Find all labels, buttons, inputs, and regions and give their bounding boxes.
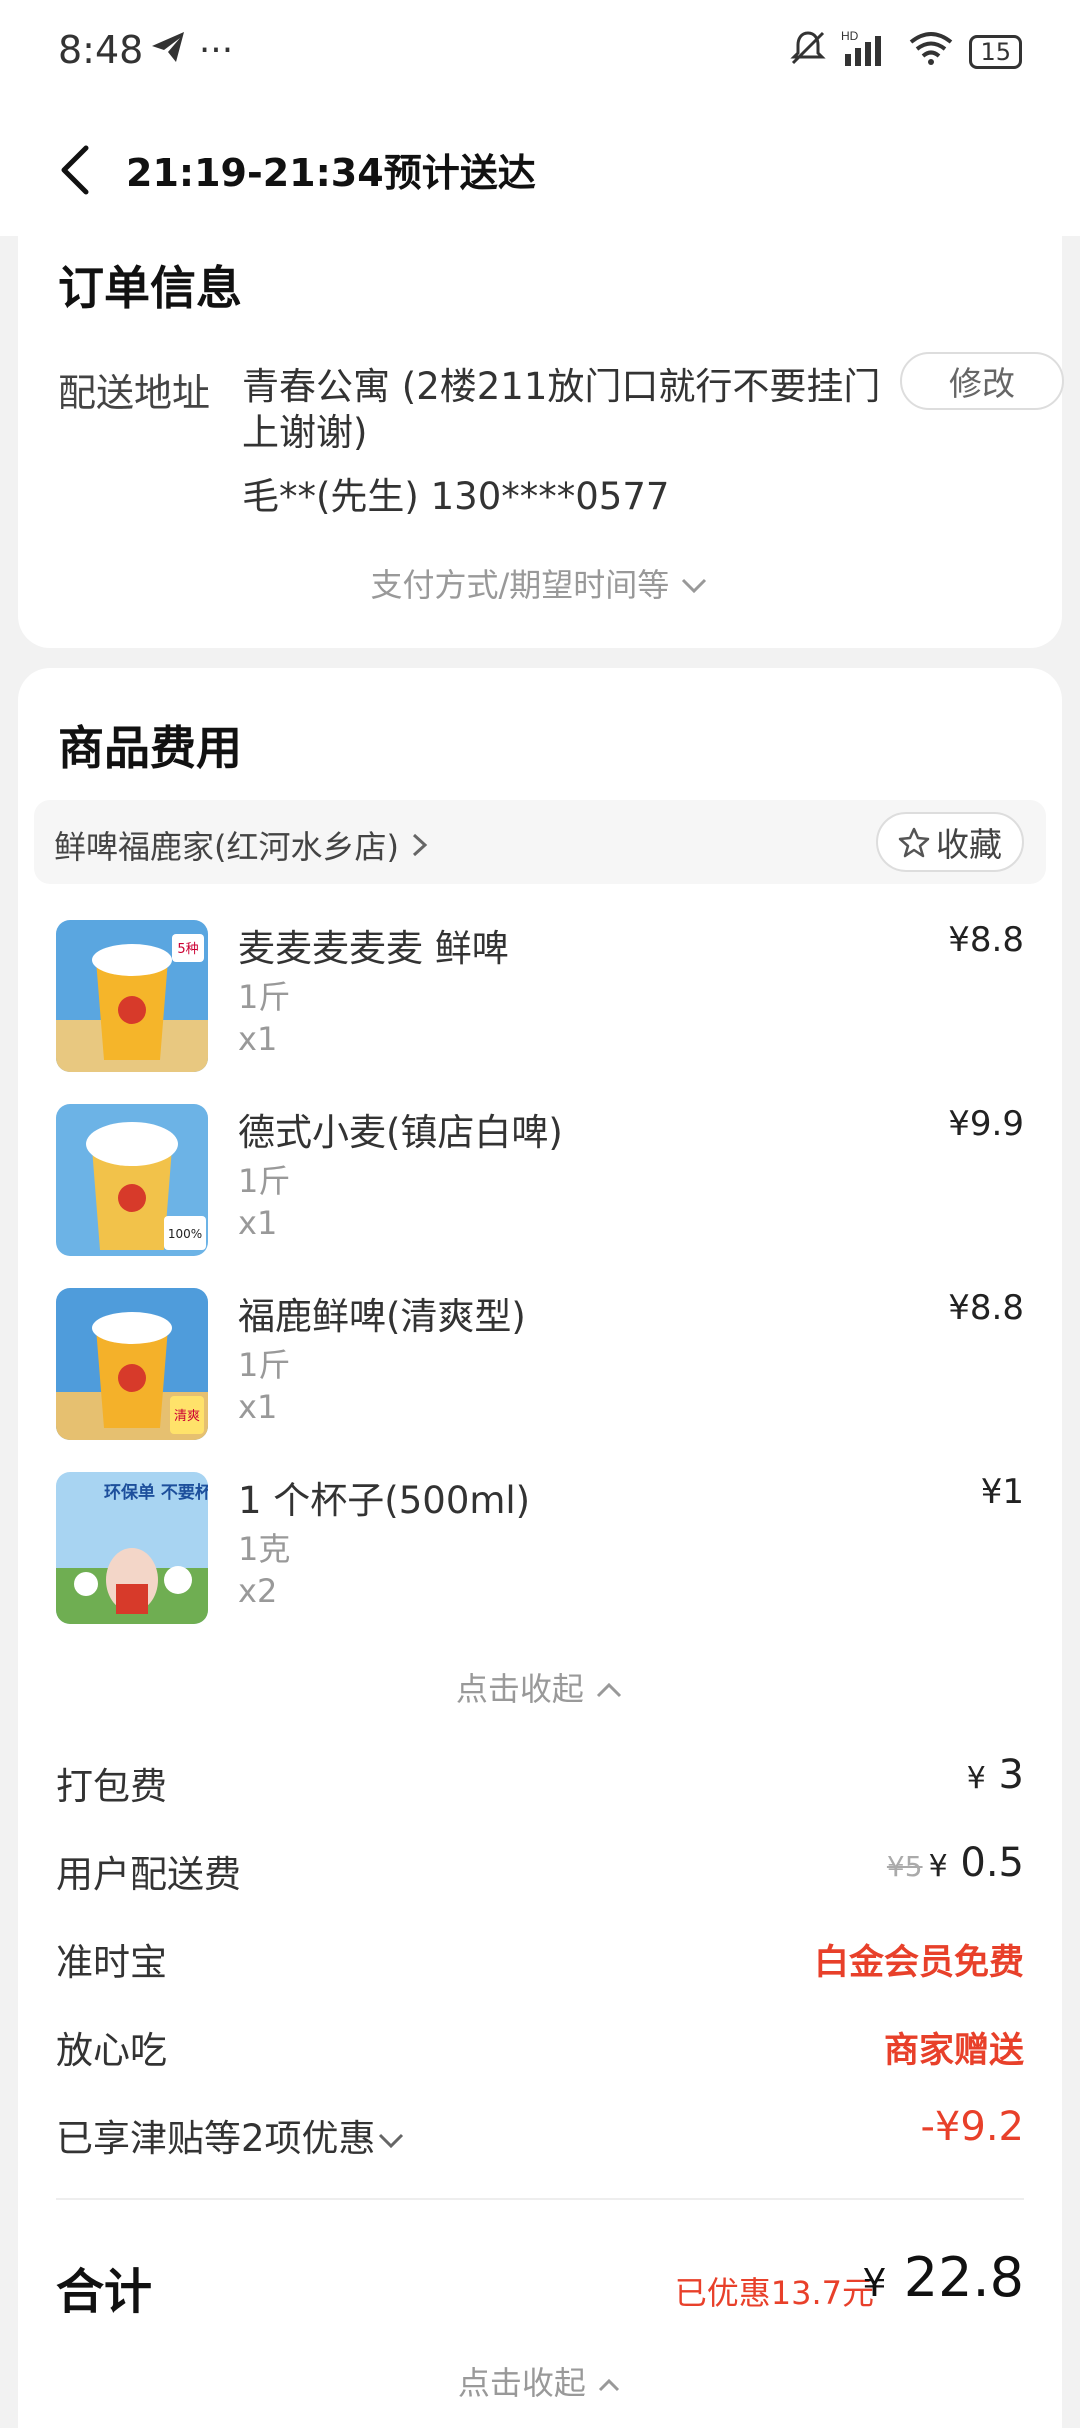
item-price: ¥8.8: [948, 1288, 1024, 1328]
image-badge-text: 环保单 不要杯子: [104, 1482, 208, 1503]
telegram-icon: ···: [150, 30, 233, 73]
fee-row-discount[interactable]: 已享津贴等2项优惠 -¥9.2: [56, 2102, 1024, 2162]
section-title: 商品费用: [58, 721, 242, 775]
battery-icon: 15: [969, 35, 1022, 69]
chevron-right-icon: [413, 833, 428, 857]
store-name-label: 鲜啤福鹿家(红河水乡店): [54, 828, 399, 866]
item-quantity: x2: [238, 1572, 278, 1610]
item-price: ¥8.8: [948, 920, 1024, 960]
yen-symbol: ¥: [928, 1849, 948, 1884]
image-badge-text: 5种: [177, 942, 198, 957]
chevron-up-icon: [597, 1682, 622, 1698]
favorite-label: 收藏: [936, 825, 1002, 864]
fee-value: -¥9.2: [920, 2104, 1025, 2150]
fee-amount: 0.5: [960, 1840, 1024, 1886]
fee-value: 商家赠送: [883, 2031, 1024, 2071]
fee-row-delivery: 用户配送费 ¥5 ¥ 0.5: [56, 1838, 1024, 1898]
mute-bell-icon: [789, 29, 827, 75]
total-discount: 已优惠13.7元: [674, 2274, 874, 2312]
address-label: 配送地址: [58, 371, 211, 415]
payment-toggle-label: 支付方式/期望时间等: [370, 566, 670, 604]
product-item[interactable]: 5种 麦麦麦麦麦 鲜啤 1斤 x1 ¥8.8: [18, 914, 1062, 1074]
total-value: 22.8: [903, 2246, 1024, 2309]
item-price: ¥1: [980, 1472, 1024, 1512]
chevron-down-icon: [682, 578, 707, 594]
store-row[interactable]: 鲜啤福鹿家(红河水乡店) 收藏: [34, 800, 1046, 884]
store-name: 鲜啤福鹿家(红河水乡店): [54, 822, 431, 868]
item-quantity: x1: [238, 1204, 278, 1242]
section-title: 订单信息: [58, 261, 242, 315]
item-spec: 1克: [238, 1530, 291, 1568]
address-text: 青春公寓 (2楼211放门口就行不要挂门上谢谢): [242, 365, 881, 454]
item-name: 福鹿鲜啤(清爽型): [238, 1295, 526, 1338]
divider: [56, 2198, 1024, 2200]
chevron-up-icon: [599, 2378, 620, 2392]
yen-symbol: ¥: [966, 1761, 986, 1796]
collapse-label: 点击收起: [457, 2364, 586, 2402]
item-name: 麦麦麦麦麦 鲜啤: [238, 927, 509, 970]
yen-symbol: ¥: [862, 2261, 887, 2305]
discount-label: 已享津贴等2项优惠: [56, 2117, 376, 2160]
beer-image: 清爽: [56, 1288, 208, 1440]
fee-label: 放心吃: [56, 2029, 167, 2072]
item-spec: 1斤: [238, 1162, 291, 1200]
chevron-down-icon: [378, 2133, 403, 2149]
status-time: 8:48: [58, 28, 144, 72]
fee-value: ¥5 ¥ 0.5: [887, 1840, 1024, 1886]
page-title: 21:19-21:34预计送达: [126, 151, 536, 195]
total-label: 合计: [56, 2264, 153, 2320]
back-button[interactable]: [50, 138, 106, 202]
item-quantity: x1: [238, 1388, 278, 1426]
fee-row-packing: 打包费 ¥ 3: [56, 1750, 1024, 1810]
collapse-bottom-toggle[interactable]: 点击收起: [18, 2358, 1062, 2404]
status-bar: 8:48 ··· HD 15: [0, 0, 1080, 104]
header: 21:19-21:34预计送达: [0, 104, 1080, 236]
goods-card: 商品费用 鲜啤福鹿家(红河水乡店) 收藏 5种 麦麦麦麦麦 鲜啤 1斤 x1 ¥…: [18, 668, 1062, 2428]
fee-row-safe: 放心吃 商家赠送: [56, 2014, 1024, 2074]
beer-image: 5种: [56, 920, 208, 1072]
beer-image: 100%: [56, 1104, 208, 1256]
fee-amount: 3: [998, 1752, 1024, 1798]
fee-label: 准时宝: [56, 1941, 167, 1984]
item-name: 1 个杯子(500ml): [238, 1479, 531, 1522]
original-price: ¥5: [886, 1850, 923, 1883]
item-spec: 1斤: [238, 978, 291, 1016]
item-name: 德式小麦(镇店白啤): [238, 1111, 563, 1154]
cup-image: 环保单 不要杯子: [56, 1472, 208, 1624]
product-item[interactable]: 100% 德式小麦(镇店白啤) 1斤 x1 ¥9.9: [18, 1098, 1062, 1258]
product-item[interactable]: 清爽 福鹿鲜啤(清爽型) 1斤 x1 ¥8.8: [18, 1282, 1062, 1442]
payment-options-toggle[interactable]: 支付方式/期望时间等: [18, 560, 1062, 606]
chevron-left-icon: [61, 145, 89, 195]
fee-label: 已享津贴等2项优惠: [56, 2108, 406, 2162]
signal-icon: HD: [841, 28, 893, 76]
fee-value: 白金会员免费: [813, 1943, 1024, 1983]
fee-value: ¥ 3: [967, 1752, 1024, 1798]
item-quantity: x1: [238, 1020, 278, 1058]
image-badge-text: 清爽: [174, 1409, 200, 1424]
wifi-icon: [907, 28, 955, 76]
contact-text: 毛**(先生) 130****0577: [242, 475, 670, 518]
collapse-items-toggle[interactable]: 点击收起: [18, 1664, 1062, 1710]
product-item[interactable]: 环保单 不要杯子 1 个杯子(500ml) 1克 x2 ¥1: [18, 1466, 1062, 1626]
svg-text:HD: HD: [841, 29, 859, 43]
collapse-label: 点击收起: [455, 1670, 584, 1708]
fee-label: 打包费: [56, 1765, 167, 1808]
fee-row-ontime: 准时宝 白金会员免费: [56, 1926, 1024, 1986]
order-info-card: 订单信息 配送地址 青春公寓 (2楼211放门口就行不要挂门上谢谢) 毛**(先…: [18, 236, 1064, 648]
item-spec: 1斤: [238, 1346, 291, 1384]
modify-address-button[interactable]: 修改: [900, 352, 1064, 410]
status-icons: HD 15: [789, 28, 1022, 76]
item-price: ¥9.9: [948, 1104, 1024, 1144]
star-icon: [898, 827, 930, 858]
favorite-button[interactable]: 收藏: [876, 812, 1024, 872]
image-badge-text: 100%: [168, 1227, 202, 1241]
total-amount: ¥ 22.8: [862, 2246, 1024, 2309]
fee-label: 用户配送费: [56, 1853, 241, 1896]
